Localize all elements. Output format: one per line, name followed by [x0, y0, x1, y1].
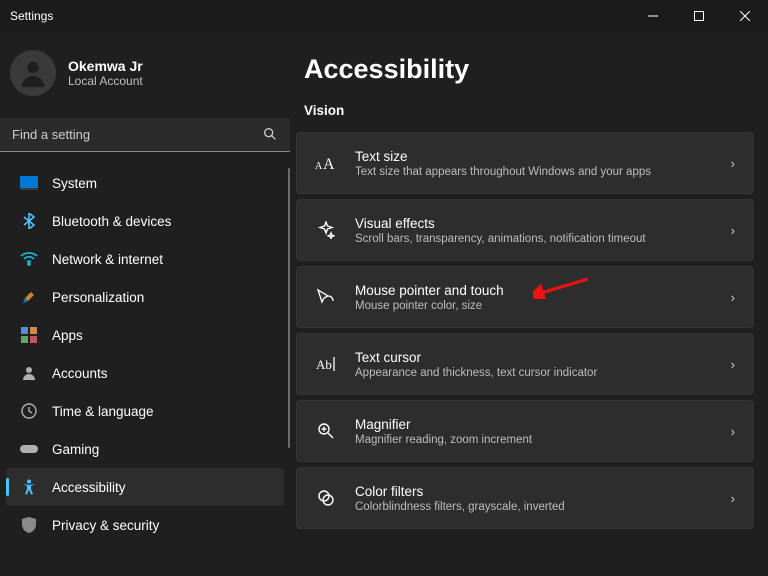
search-box[interactable] [0, 118, 290, 152]
sidebar: Okemwa Jr Local Account System Bluetooth… [0, 32, 290, 576]
window-body: Okemwa Jr Local Account System Bluetooth… [0, 32, 768, 576]
pointer-icon [315, 288, 337, 306]
card-text-size[interactable]: AA Text size Text size that appears thro… [296, 132, 754, 194]
nav-label: Apps [52, 328, 83, 343]
card-subtitle: Magnifier reading, zoom increment [355, 434, 713, 446]
chevron-right-icon: › [731, 424, 735, 439]
window-title: Settings [10, 9, 630, 23]
user-sub: Local Account [68, 74, 143, 88]
nav-time-language[interactable]: Time & language [6, 392, 284, 430]
search-icon [262, 126, 278, 147]
content-area: Accessibility Vision AA Text size Text s… [290, 32, 768, 576]
clock-icon [20, 402, 38, 420]
window-controls [630, 0, 768, 32]
svg-text:A: A [323, 156, 335, 171]
chevron-right-icon: › [731, 290, 735, 305]
nav-privacy[interactable]: Privacy & security [6, 506, 284, 544]
card-mouse-pointer[interactable]: Mouse pointer and touch Mouse pointer co… [296, 266, 754, 328]
nav-accessibility[interactable]: Accessibility [6, 468, 284, 506]
apps-icon [20, 326, 38, 344]
chevron-right-icon: › [731, 357, 735, 372]
shield-icon [20, 516, 38, 534]
chevron-right-icon: › [731, 223, 735, 238]
card-magnifier[interactable]: Magnifier Magnifier reading, zoom increm… [296, 400, 754, 462]
accessibility-icon [20, 478, 38, 496]
user-name: Okemwa Jr [68, 58, 143, 74]
nav-label: Personalization [52, 290, 144, 305]
card-visual-effects[interactable]: Visual effects Scroll bars, transparency… [296, 199, 754, 261]
card-subtitle: Mouse pointer color, size [355, 300, 713, 312]
chevron-right-icon: › [731, 491, 735, 506]
maximize-button[interactable] [676, 0, 722, 32]
card-title: Color filters [355, 484, 713, 499]
nav-label: Accessibility [52, 480, 126, 495]
card-text-cursor[interactable]: Ab Text cursor Appearance and thickness,… [296, 333, 754, 395]
card-subtitle: Colorblindness filters, grayscale, inver… [355, 501, 713, 513]
card-title: Mouse pointer and touch [355, 283, 713, 298]
nav-personalization[interactable]: Personalization [6, 278, 284, 316]
svg-text:A: A [315, 161, 323, 171]
page-title: Accessibility [296, 54, 754, 85]
chevron-right-icon: › [731, 156, 735, 171]
nav-gaming[interactable]: Gaming [6, 430, 284, 468]
accounts-icon [20, 364, 38, 382]
wifi-icon [20, 250, 38, 268]
card-title: Text size [355, 149, 713, 164]
card-subtitle: Scroll bars, transparency, animations, n… [355, 233, 713, 245]
nav-accounts[interactable]: Accounts [6, 354, 284, 392]
color-filters-icon [315, 489, 337, 507]
nav-label: Time & language [52, 404, 154, 419]
close-button[interactable] [722, 0, 768, 32]
nav-label: Network & internet [52, 252, 163, 267]
settings-window: Settings Okemwa Jr Local Account [0, 0, 768, 576]
search-input[interactable] [0, 118, 290, 152]
sparkle-icon [315, 221, 337, 239]
sidebar-scrollbar[interactable] [288, 168, 290, 448]
card-title: Magnifier [355, 417, 713, 432]
text-size-icon: AA [315, 155, 337, 171]
nav-apps[interactable]: Apps [6, 316, 284, 354]
nav-label: Accounts [52, 366, 108, 381]
card-title: Text cursor [355, 350, 713, 365]
card-color-filters[interactable]: Color filters Colorblindness filters, gr… [296, 467, 754, 529]
nav-label: Bluetooth & devices [52, 214, 171, 229]
minimize-button[interactable] [630, 0, 676, 32]
nav-network[interactable]: Network & internet [6, 240, 284, 278]
paintbrush-icon [20, 288, 38, 306]
card-title: Visual effects [355, 216, 713, 231]
nav-label: Gaming [52, 442, 99, 457]
avatar [10, 50, 56, 96]
nav-label: System [52, 176, 97, 191]
nav-bluetooth[interactable]: Bluetooth & devices [6, 202, 284, 240]
nav-wrap: System Bluetooth & devices Network & int… [0, 164, 290, 576]
section-title: Vision [296, 103, 754, 118]
svg-text:Ab: Ab [316, 357, 332, 372]
magnifier-icon [315, 422, 337, 440]
nav-list: System Bluetooth & devices Network & int… [0, 164, 290, 544]
title-bar: Settings [0, 0, 768, 32]
user-block[interactable]: Okemwa Jr Local Account [0, 44, 290, 114]
gaming-icon [20, 440, 38, 458]
system-icon [20, 174, 38, 192]
card-list: AA Text size Text size that appears thro… [296, 132, 754, 529]
nav-label: Privacy & security [52, 518, 159, 533]
card-subtitle: Appearance and thickness, text cursor in… [355, 367, 713, 379]
nav-system[interactable]: System [6, 164, 284, 202]
card-subtitle: Text size that appears throughout Window… [355, 166, 713, 178]
bluetooth-icon [20, 212, 38, 230]
text-cursor-icon: Ab [315, 356, 337, 372]
